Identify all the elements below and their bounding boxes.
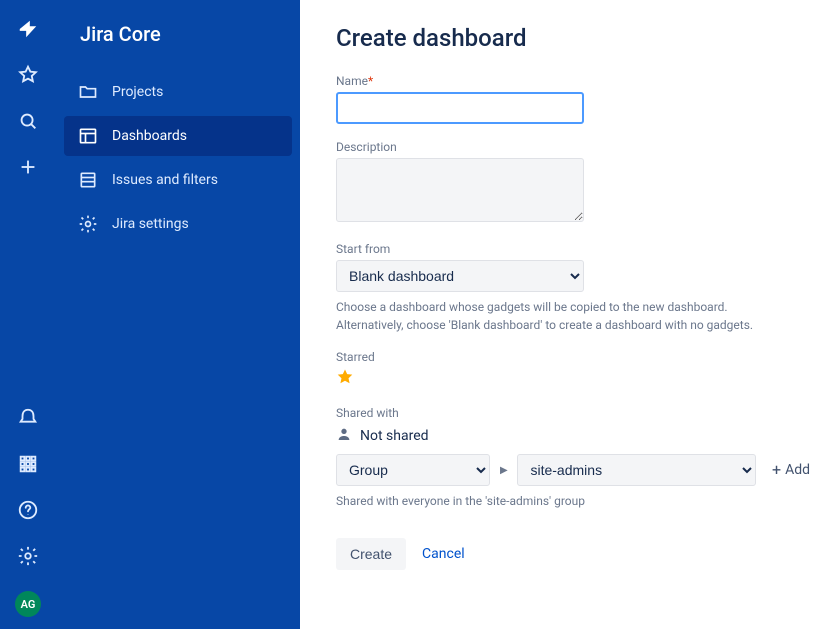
sidebar-item-settings[interactable]: Jira settings <box>64 204 292 244</box>
start-from-select[interactable]: Blank dashboard <box>336 260 584 292</box>
person-icon <box>336 426 352 446</box>
plus-icon[interactable] <box>17 156 39 182</box>
shared-with-label: Shared with <box>336 406 810 420</box>
start-from-label: Start from <box>336 242 810 256</box>
gear-icon <box>78 214 98 234</box>
global-rail: AG <box>0 0 56 629</box>
settings-gear-icon[interactable] <box>17 545 39 571</box>
sidebar: Jira Core Projects Dashboards Issues and… <box>56 0 300 629</box>
form-actions: Create Cancel <box>336 538 810 570</box>
shared-with-field: Shared with Not shared Group ▶ site-admi… <box>336 406 810 510</box>
description-label: Description <box>336 140 810 154</box>
sidebar-item-label: Jira settings <box>112 216 189 232</box>
star-icon[interactable] <box>17 64 39 90</box>
add-share-button[interactable]: + Add <box>772 462 810 478</box>
shared-status: Not shared <box>360 428 429 444</box>
search-icon[interactable] <box>17 110 39 136</box>
create-button[interactable]: Create <box>336 538 406 570</box>
app-logo-icon[interactable] <box>17 18 39 44</box>
page-title: Create dashboard <box>336 24 810 52</box>
starred-label: Starred <box>336 350 810 364</box>
notification-icon[interactable] <box>17 407 39 433</box>
name-label: Name* <box>336 74 810 88</box>
sidebar-item-label: Projects <box>112 84 163 100</box>
sidebar-item-issues[interactable]: Issues and filters <box>64 160 292 200</box>
sidebar-item-label: Dashboards <box>112 128 187 144</box>
start-from-help: Choose a dashboard whose gadgets will be… <box>336 298 776 334</box>
product-title: Jira Core <box>80 22 292 46</box>
main-content: Create dashboard Name* Description Start… <box>300 0 834 629</box>
shared-help: Shared with everyone in the 'site-admins… <box>336 492 776 510</box>
star-filled-icon[interactable] <box>336 374 354 390</box>
sidebar-item-projects[interactable]: Projects <box>64 72 292 112</box>
chevron-right-icon: ▶ <box>496 462 511 478</box>
starred-field: Starred <box>336 350 810 390</box>
user-avatar[interactable]: AG <box>15 591 41 617</box>
sidebar-item-label: Issues and filters <box>112 172 218 188</box>
description-field: Description <box>336 140 810 226</box>
apps-icon[interactable] <box>17 453 39 479</box>
description-input[interactable] <box>336 158 584 222</box>
cancel-button[interactable]: Cancel <box>422 546 465 562</box>
dashboard-icon <box>78 126 98 146</box>
name-field: Name* <box>336 74 810 124</box>
stack-icon <box>78 170 98 190</box>
help-icon[interactable] <box>17 499 39 525</box>
share-group-select[interactable]: site-admins <box>517 454 756 486</box>
plus-icon: + <box>772 462 781 478</box>
start-from-field: Start from Blank dashboard Choose a dash… <box>336 242 810 334</box>
share-type-select[interactable]: Group <box>336 454 490 486</box>
name-input[interactable] <box>336 92 584 124</box>
sidebar-item-dashboards[interactable]: Dashboards <box>64 116 292 156</box>
folder-icon <box>78 82 98 102</box>
